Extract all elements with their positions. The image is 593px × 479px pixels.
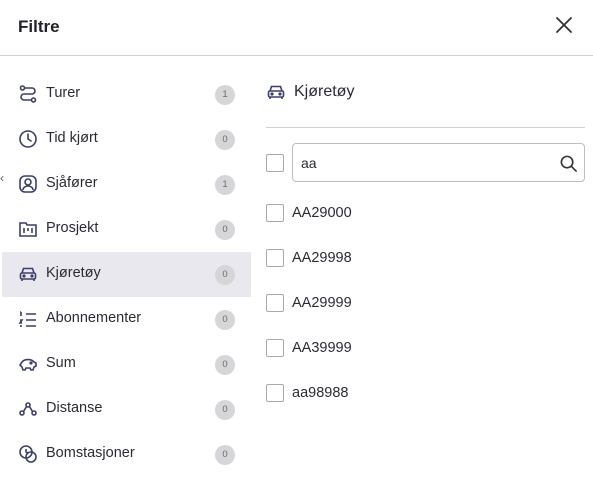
option-checkbox[interactable]	[266, 294, 284, 312]
toll-icon	[19, 445, 37, 463]
select-all-checkbox[interactable]	[266, 154, 284, 172]
count-badge: 0	[215, 445, 235, 465]
sidebar-item-prosjekt[interactable]: Prosjekt 0	[2, 207, 251, 252]
distance-icon	[19, 402, 37, 416]
sidebar-item-distanse[interactable]: Distanse 0	[2, 387, 251, 432]
sidebar-item-sjaforer[interactable]: Sjåfører 1	[2, 162, 251, 207]
close-icon[interactable]	[553, 14, 575, 36]
count-badge: 0	[215, 310, 235, 330]
sidebar-item-label: Tid kjørt	[46, 130, 98, 146]
sidebar-item-label: Abonnementer	[46, 310, 142, 326]
sidebar-item-label: Distanse	[46, 400, 103, 416]
sidebar-item-label: Kjøretøy	[46, 265, 101, 281]
count-badge: 0	[215, 130, 235, 150]
filter-sidebar: Turer 1 Tid kjørt 0 Sjåfører 1 Prosjekt …	[2, 72, 251, 477]
panel-title: Kjøretøy	[294, 83, 355, 100]
search-input[interactable]	[301, 153, 551, 173]
search-icon[interactable]	[559, 154, 578, 173]
divider	[266, 127, 585, 128]
option-checkbox[interactable]	[266, 249, 284, 267]
option-label: AA39999	[292, 340, 352, 356]
sidebar-item-abonnementer[interactable]: Abonnementer 0	[2, 297, 251, 342]
option-checkbox[interactable]	[266, 384, 284, 402]
count-badge: 1	[215, 85, 235, 105]
clock-icon	[19, 130, 37, 148]
sidebar-item-label: Sum	[46, 355, 76, 371]
sidebar-item-label: Turer	[46, 85, 81, 101]
piggy-bank-icon	[18, 358, 37, 371]
option-label: aa98988	[292, 385, 349, 401]
project-icon	[19, 222, 37, 237]
dialog-title: Filtre	[18, 17, 60, 36]
sidebar-item-kjoretoy[interactable]: Kjøretøy 0	[2, 252, 251, 297]
option-label: AA29000	[292, 205, 352, 221]
count-badge: 1	[215, 175, 235, 195]
option-checkbox[interactable]	[266, 339, 284, 357]
count-badge: 0	[215, 355, 235, 375]
sidebar-item-label: Sjåfører	[46, 175, 98, 191]
sidebar-item-tid-kjort[interactable]: Tid kjørt 0	[2, 117, 251, 162]
search-field	[292, 143, 585, 182]
car-icon	[267, 85, 285, 99]
sidebar-item-label: Prosjekt	[46, 220, 99, 236]
sidebar-item-sum[interactable]: Sum 0	[2, 342, 251, 387]
dialog-header: Filtre	[0, 0, 593, 56]
sidebar-item-bomstasjoner[interactable]: Bomstasjoner 0	[2, 432, 251, 477]
list-numbered-icon	[18, 311, 36, 327]
option-checkbox[interactable]	[266, 204, 284, 222]
user-circle-icon	[19, 175, 37, 193]
option-label: AA29998	[292, 250, 352, 266]
route-icon	[19, 85, 37, 103]
count-badge: 0	[215, 265, 235, 285]
sidebar-item-turer[interactable]: Turer 1	[2, 72, 251, 117]
car-icon	[19, 267, 37, 281]
count-badge: 0	[215, 220, 235, 240]
count-badge: 0	[215, 400, 235, 420]
option-label: AA29999	[292, 295, 352, 311]
sidebar-item-label: Bomstasjoner	[46, 445, 135, 461]
